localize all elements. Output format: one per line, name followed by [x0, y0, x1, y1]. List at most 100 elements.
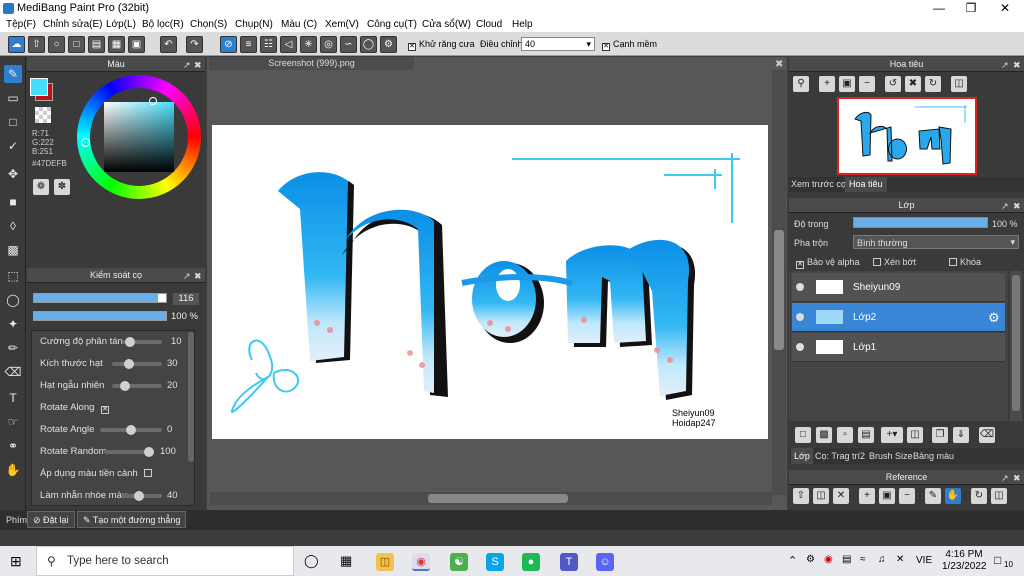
- apply-fg-color-checkbox[interactable]: [144, 469, 153, 477]
- lock-checkbox[interactable]: [949, 258, 957, 266]
- protect-alpha-toggle[interactable]: ✕ Bảo vệ alpha: [796, 257, 860, 269]
- zoom-icon[interactable]: ⚲: [793, 76, 809, 92]
- brush-opacity-slider[interactable]: [33, 311, 167, 321]
- layer-opacity-slider[interactable]: [853, 217, 988, 228]
- particle-size-slider[interactable]: [112, 359, 162, 369]
- drawing-canvas[interactable]: Sheiyun09 Hoidap247: [212, 125, 768, 439]
- tab-brush-size[interactable]: Brush Size: [869, 451, 913, 461]
- tab-brush[interactable]: Cọ: Trag trí2: [815, 451, 865, 461]
- tray-app-icon[interactable]: ⚙: [806, 554, 815, 565]
- close-panel-icon[interactable]: ✖: [1013, 58, 1021, 73]
- new-halftone-layer-icon[interactable]: ▩: [816, 427, 832, 443]
- clipping-toggle[interactable]: Xén bớt: [873, 257, 916, 267]
- menu-view[interactable]: Xem(V): [325, 19, 359, 30]
- grid-icon[interactable]: ▣: [128, 36, 145, 53]
- clipping-checkbox[interactable]: [873, 258, 881, 266]
- teams-icon[interactable]: T: [560, 553, 578, 571]
- file-explorer-icon[interactable]: ◫: [376, 553, 394, 571]
- menu-color[interactable]: Màu (C): [281, 19, 317, 30]
- battery-icon[interactable]: ✕: [896, 554, 904, 565]
- visibility-icon[interactable]: [796, 313, 804, 321]
- popout-icon[interactable]: ↗: [183, 58, 191, 73]
- new-1bit-layer-icon[interactable]: ▫: [837, 427, 853, 443]
- flip-icon[interactable]: ◫: [951, 76, 967, 92]
- eyedropper-tool-icon[interactable]: ⚭: [4, 437, 22, 455]
- redo-icon[interactable]: ↷: [186, 36, 203, 53]
- reset-button[interactable]: ⊘ Đặt lại: [27, 511, 75, 528]
- close-panel-icon[interactable]: ✖: [1013, 471, 1021, 486]
- mediabang-icon[interactable]: ☯: [450, 553, 468, 571]
- cross-snap-icon[interactable]: ☷: [260, 36, 277, 53]
- volume-icon[interactable]: ♫: [878, 554, 886, 565]
- chrome-icon[interactable]: ◉: [412, 553, 430, 571]
- sv-marker[interactable]: [149, 97, 157, 105]
- antialias-checkbox[interactable]: ✕: [408, 43, 416, 51]
- hue-marker[interactable]: [81, 138, 90, 147]
- layer-row-lop1[interactable]: Lớp1: [792, 333, 1005, 362]
- soft-edge-checkbox[interactable]: ✕: [602, 43, 610, 51]
- show-hidden-icons[interactable]: ⌃: [788, 554, 797, 567]
- brush-tool-icon[interactable]: ✎: [4, 65, 22, 83]
- adjust-dropdown[interactable]: 40 ▾: [521, 37, 595, 51]
- smudge-slider[interactable]: [122, 491, 162, 501]
- hand-tool-icon[interactable]: ✋: [4, 461, 22, 479]
- parallel-snap-icon[interactable]: ≡: [240, 36, 257, 53]
- close-icon[interactable]: ✕: [988, 0, 1022, 17]
- ref-zoom-in-icon[interactable]: +: [859, 488, 875, 504]
- ref-zoom-out-icon[interactable]: −: [899, 488, 915, 504]
- windows-start-icon[interactable]: ⊞: [10, 553, 22, 570]
- canvas-vertical-scrollbar[interactable]: [772, 70, 786, 495]
- clock[interactable]: 4:16 PM 1/23/2022: [942, 549, 987, 573]
- ref-hand-icon[interactable]: ✋: [945, 488, 961, 504]
- chat-icon[interactable]: □: [68, 36, 85, 53]
- gradient-tool-icon[interactable]: ▩: [4, 241, 22, 259]
- circle-snap-icon[interactable]: ◯: [360, 36, 377, 53]
- menu-layer[interactable]: Lớp(L): [106, 19, 136, 30]
- new-8bit-layer-icon[interactable]: ▤: [858, 427, 874, 443]
- protect-alpha-checkbox[interactable]: ✕: [796, 261, 804, 269]
- zoom-out-icon[interactable]: −: [859, 76, 875, 92]
- tab-navigator[interactable]: Hoa tiêu: [845, 177, 887, 192]
- ref-flip-icon[interactable]: ◫: [991, 488, 1007, 504]
- radial-snap-icon[interactable]: ✳: [300, 36, 317, 53]
- slider-knob[interactable]: [126, 425, 136, 435]
- wifi-icon[interactable]: ≈: [860, 554, 866, 565]
- pages-icon[interactable]: ▦: [108, 36, 125, 53]
- notification-icon[interactable]: □: [994, 553, 1001, 567]
- slider-knob[interactable]: [124, 359, 134, 369]
- bucket-tool-icon[interactable]: ◊: [4, 217, 22, 235]
- ref-fit-icon[interactable]: ▣: [879, 488, 895, 504]
- page-icon[interactable]: ▤: [88, 36, 105, 53]
- merge-layer-icon[interactable]: ⇓: [953, 427, 969, 443]
- particle-random-slider[interactable]: [112, 381, 162, 391]
- lasso-tool-icon[interactable]: ◯: [4, 291, 22, 309]
- cortana-icon[interactable]: ◯: [304, 553, 319, 569]
- tab-brush-preview[interactable]: Xem trước cọ: [791, 179, 846, 189]
- close-reference-icon[interactable]: ✕: [833, 488, 849, 504]
- comment-icon[interactable]: ○: [48, 36, 65, 53]
- concentric-snap-icon[interactable]: ◎: [320, 36, 337, 53]
- undo-icon[interactable]: ↶: [160, 36, 177, 53]
- upload-icon[interactable]: ⇧: [793, 488, 809, 504]
- popout-icon[interactable]: ↗: [1001, 58, 1009, 73]
- layer-row-lop2[interactable]: Lớp2 ⚙: [792, 303, 1005, 332]
- menu-file[interactable]: Tệp(F): [6, 19, 36, 30]
- menu-filter[interactable]: Bộ lọc(R): [142, 19, 184, 30]
- menu-help[interactable]: Help: [512, 19, 533, 30]
- palette-icon[interactable]: ❁: [33, 179, 49, 195]
- magic-wand-tool-icon[interactable]: ✦: [4, 315, 22, 333]
- brush-size-slider[interactable]: [33, 293, 167, 303]
- transparent-swatch[interactable]: [35, 107, 51, 123]
- browser-icon[interactable]: ●: [522, 553, 540, 571]
- move-tool-icon[interactable]: ✥: [4, 165, 22, 183]
- eraser-tool-icon[interactable]: ▭: [4, 89, 22, 107]
- menu-edit[interactable]: Chỉnh sửa(E): [43, 19, 103, 30]
- snap-off-icon[interactable]: ⊘: [220, 36, 237, 53]
- lock-toggle[interactable]: Khóa: [949, 257, 981, 267]
- cloud-icon[interactable]: ☁: [8, 36, 25, 53]
- close-panel-icon[interactable]: ✖: [1013, 199, 1021, 214]
- layer-settings-icon[interactable]: ⚙: [988, 310, 1000, 326]
- canvas-horizontal-scrollbar[interactable]: [210, 492, 772, 505]
- color-picker-icon[interactable]: ✽: [54, 179, 70, 195]
- language-indicator[interactable]: VIE: [916, 555, 932, 566]
